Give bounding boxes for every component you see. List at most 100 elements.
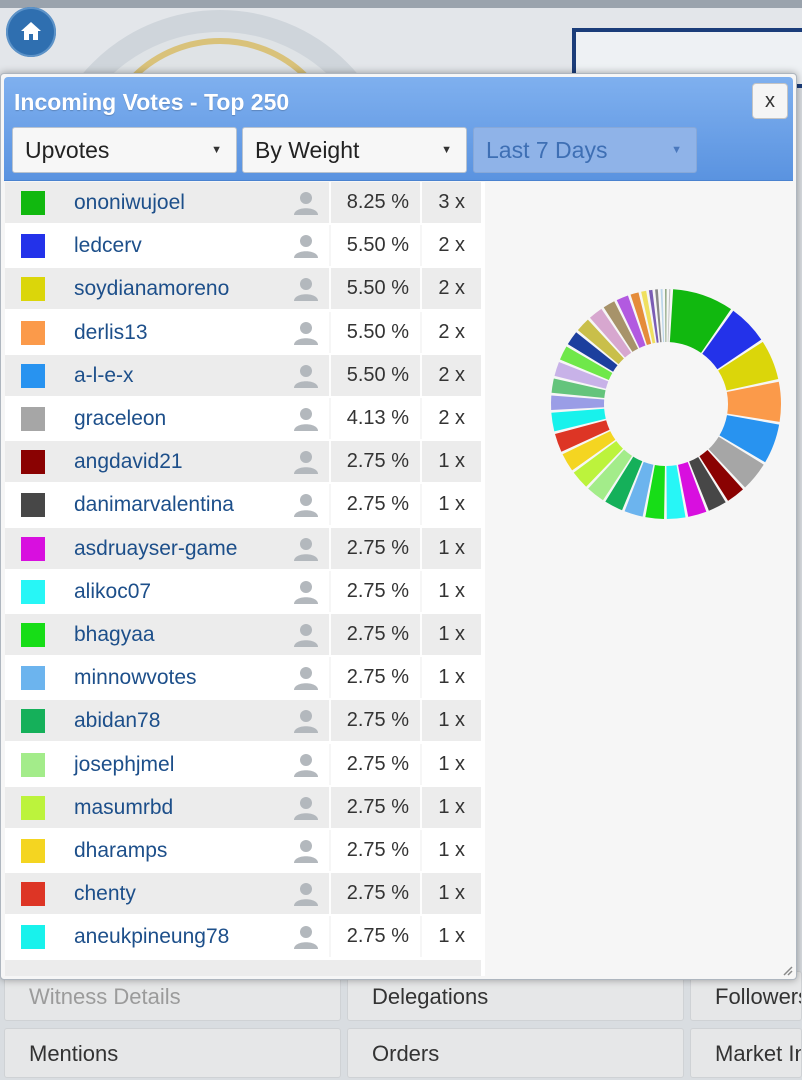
home-button[interactable] [6, 7, 56, 57]
vote-percent: 4.13 % [346, 407, 409, 429]
color-swatch [21, 320, 45, 345]
person-icon[interactable] [291, 623, 321, 652]
voter-row[interactable]: a-l-e-x 5.50 % 2 x [5, 354, 481, 396]
voter-name-link[interactable]: minnowvotes [74, 657, 197, 698]
vote-percent: 5.50 % [346, 234, 409, 257]
cell-divider [420, 873, 422, 915]
voter-row[interactable]: ledcerv 5.50 % 2 x [5, 225, 481, 267]
vote-count: 1 x [438, 450, 465, 473]
voter-name-link[interactable]: aneukpineung78 [74, 916, 229, 957]
voter-row[interactable] [5, 959, 481, 976]
vote-count: 1 x [438, 752, 465, 775]
voter-row[interactable]: chenty 2.75 % 1 x [5, 873, 481, 915]
voter-name-link[interactable]: abidan78 [74, 700, 160, 741]
vote-count: 1 x [438, 536, 465, 559]
voter-list[interactable]: ononiwujoel 8.25 % 3 x ledcerv 5.50 % 2 x soyd… [5, 182, 485, 976]
donut-slice [660, 289, 665, 343]
voter-row[interactable]: asdruayser-game 2.75 % 1 x [5, 527, 481, 569]
vote-count: 1 x [438, 666, 465, 689]
person-icon[interactable] [291, 537, 321, 566]
voter-name-link[interactable]: ononiwujoel [74, 182, 185, 223]
voter-name-link[interactable]: graceleon [74, 398, 166, 439]
color-swatch [21, 363, 45, 388]
voter-name-link[interactable]: bhagyaa [74, 614, 155, 655]
vote-count: 1 x [438, 925, 465, 948]
person-icon[interactable] [291, 882, 321, 911]
voter-row[interactable]: graceleon 4.13 % 2 x [5, 398, 481, 439]
sort-select[interactable]: By Weight ▼ [242, 127, 467, 173]
color-swatch [21, 407, 45, 431]
voter-name-link[interactable]: soydianamoreno [74, 268, 229, 309]
resize-grip-icon[interactable] [783, 966, 793, 976]
cell-divider [420, 441, 422, 483]
person-icon[interactable] [291, 191, 321, 220]
color-swatch [21, 666, 45, 691]
voter-row[interactable]: ononiwujoel 8.25 % 3 x [5, 182, 481, 223]
person-icon[interactable] [291, 709, 321, 738]
voter-row[interactable]: soydianamoreno 5.50 % 2 x [5, 268, 481, 310]
vote-percent: 2.75 % [346, 493, 409, 516]
voter-name-link[interactable]: chenty [74, 873, 136, 914]
person-icon[interactable] [291, 407, 321, 436]
voter-row[interactable]: dharamps 2.75 % 1 x [5, 830, 481, 871]
vote-count: 1 x [438, 709, 465, 732]
person-icon[interactable] [291, 925, 321, 954]
cell-divider [420, 354, 422, 396]
color-swatch [21, 234, 45, 259]
vote-count: 3 x [438, 191, 465, 213]
voter-row[interactable]: aneukpineung78 2.75 % 1 x [5, 916, 481, 958]
close-button[interactable]: x [752, 83, 788, 119]
vote-type-value: Upvotes [25, 137, 110, 163]
color-swatch [21, 752, 45, 777]
voter-row[interactable]: masumrbd 2.75 % 1 x [5, 786, 481, 828]
period-select[interactable]: Last 7 Days ▼ [473, 127, 697, 173]
mentions-button[interactable]: Mentions [4, 1028, 341, 1078]
voter-name-link[interactable]: alikoc07 [74, 571, 151, 612]
voter-name-link[interactable]: ledcerv [74, 225, 142, 266]
voter-name-link[interactable]: masumrbd [74, 787, 173, 828]
cell-divider [420, 614, 422, 655]
donut-slice [667, 289, 671, 343]
home-icon [21, 22, 41, 40]
vote-percent: 2.75 % [346, 579, 409, 602]
voter-name-link[interactable]: josephjmel [74, 744, 174, 785]
voter-name-link[interactable]: dharamps [74, 830, 167, 871]
person-icon[interactable] [291, 450, 321, 479]
vote-type-select[interactable]: Upvotes ▼ [12, 127, 237, 173]
person-icon[interactable] [291, 321, 321, 350]
vote-count: 2 x [438, 363, 465, 386]
voter-name-link[interactable]: derlis13 [74, 312, 148, 353]
person-icon[interactable] [291, 753, 321, 782]
color-swatch [21, 277, 45, 302]
person-icon[interactable] [291, 277, 321, 306]
cell-divider [420, 268, 422, 310]
person-icon[interactable] [291, 839, 321, 868]
voter-name-link[interactable]: asdruayser-game [74, 528, 237, 569]
vote-count: 1 x [438, 623, 465, 645]
voter-name-link[interactable]: angdavid21 [74, 441, 183, 482]
vote-percent: 5.50 % [346, 363, 409, 386]
voter-row[interactable]: angdavid21 2.75 % 1 x [5, 441, 481, 483]
voter-row[interactable]: derlis13 5.50 % 2 x [5, 311, 481, 353]
donut-slice [665, 289, 667, 343]
voter-row[interactable]: abidan78 2.75 % 1 x [5, 700, 481, 742]
cell-divider [420, 657, 422, 699]
person-icon[interactable] [291, 580, 321, 609]
vote-count: 1 x [438, 882, 465, 905]
person-icon[interactable] [291, 493, 321, 522]
incoming-votes-dialog: Incoming Votes - Top 250 x Upvotes ▼ By … [0, 73, 797, 980]
voter-row[interactable]: bhagyaa 2.75 % 1 x [5, 614, 481, 655]
orders-button[interactable]: Orders [347, 1028, 684, 1078]
person-icon[interactable] [291, 796, 321, 825]
voter-row[interactable]: alikoc07 2.75 % 1 x [5, 570, 481, 612]
voter-name-link[interactable]: a-l-e-x [74, 355, 134, 396]
dropdown-arrow-icon: ▼ [441, 144, 452, 156]
voter-row[interactable]: josephjmel 2.75 % 1 x [5, 743, 481, 785]
voter-row[interactable]: minnowvotes 2.75 % 1 x [5, 657, 481, 699]
voter-name-link[interactable]: danimarvalentina [74, 484, 234, 525]
voter-row[interactable]: danimarvalentina 2.75 % 1 x [5, 484, 481, 526]
person-icon[interactable] [291, 666, 321, 695]
person-icon[interactable] [291, 364, 321, 393]
person-icon[interactable] [291, 234, 321, 263]
market-info-button[interactable]: Market Info [690, 1028, 802, 1078]
